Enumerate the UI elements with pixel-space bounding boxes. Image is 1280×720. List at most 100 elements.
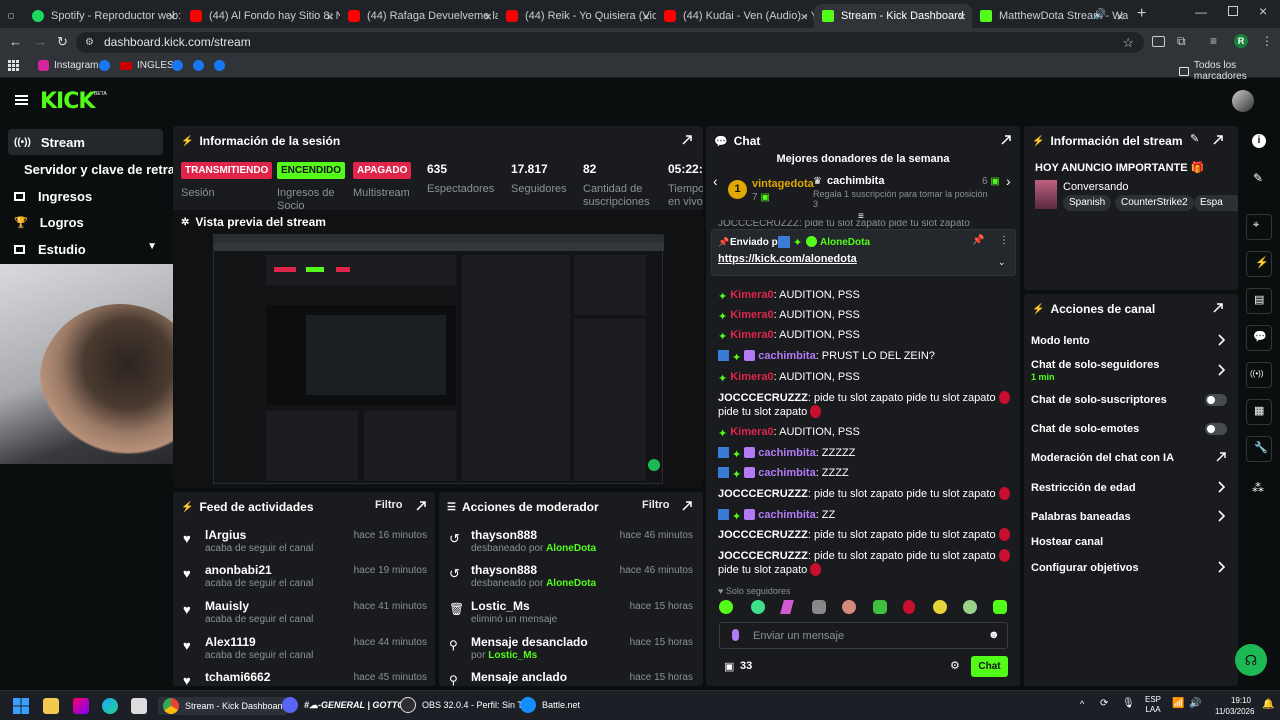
bookmark-facebook-2[interactable] (172, 60, 183, 71)
action-modo-lento[interactable]: Modo lento (1031, 335, 1090, 347)
taskbar-battlenet[interactable]: Battle.net (520, 697, 580, 713)
feed-user[interactable]: Mauisly (205, 599, 249, 613)
tab-search-icon[interactable] (0, 4, 22, 28)
apps-icon[interactable] (8, 60, 19, 71)
close-icon[interactable]: × (168, 9, 176, 24)
sync-icon[interactable]: ⟳ (1100, 698, 1108, 709)
tab-youtube-4[interactable]: (44) Kudai - Ven (Audio) - YouT × (656, 4, 814, 28)
help-headset-icon[interactable]: ☊ (1235, 644, 1267, 676)
sidebar-item-logros[interactable]: 🏆 Logros (8, 209, 84, 235)
tab-youtube-1[interactable]: (44) Al Fondo hay Sitio 8: Nicol × (182, 4, 340, 28)
emote-icon[interactable] (993, 600, 1007, 614)
bookmark-facebook[interactable] (99, 60, 110, 71)
filter-button[interactable]: Filtro (375, 499, 403, 511)
notes-icon-button[interactable]: ▤ (1246, 288, 1272, 314)
close-icon[interactable]: × (642, 9, 650, 24)
mod-target[interactable]: Lostic_Ms (471, 599, 530, 613)
pinned-link[interactable]: https://kick.com/alonedota (718, 253, 857, 265)
action-ai-moderation[interactable]: Moderación del chat con IA (1031, 452, 1174, 464)
broadcast-icon-button[interactable]: ((•)) (1246, 362, 1272, 388)
donor-name[interactable]: vintagedota (752, 178, 814, 190)
sidebar-item-estudio[interactable]: Estudio ▼ (8, 236, 163, 262)
feed-user[interactable]: lArgius (205, 528, 246, 542)
emote-icon[interactable] (873, 600, 887, 614)
mod-target[interactable]: thayson888 (471, 528, 537, 542)
mic-icon[interactable] (732, 629, 739, 641)
volume-icon[interactable]: 🔊 (1189, 698, 1201, 709)
chat-username[interactable]: JOCCCECRUZZZ (718, 529, 808, 541)
sidebar-item-stream[interactable]: ((•)) Stream (8, 129, 163, 155)
sidebar-item-ingresos[interactable]: Ingresos (8, 183, 92, 209)
chevron-right-icon[interactable] (1216, 481, 1226, 493)
external-link-icon[interactable] (1216, 452, 1226, 464)
donor-name[interactable]: cachimbita (827, 175, 884, 187)
tray-chevron-icon[interactable]: ^ (1080, 699, 1084, 709)
emote-icon[interactable] (933, 600, 947, 614)
action-followers-only[interactable]: Chat de solo-seguidores (1031, 359, 1159, 371)
speaker-icon[interactable]: 🔊 (1094, 9, 1106, 20)
target-icon-button[interactable]: ⌖ (1246, 214, 1272, 240)
expand-icon[interactable] (415, 500, 427, 512)
media-icon[interactable]: ≡ (1210, 34, 1217, 48)
send-chat-button[interactable]: Chat (971, 656, 1008, 677)
category-thumbnail[interactable] (1035, 180, 1057, 209)
chevron-right-icon[interactable] (1216, 334, 1226, 346)
edit-pencil-icon[interactable]: ✎ (1190, 132, 1199, 145)
bookmark-facebook-3[interactable] (193, 60, 204, 71)
menu-kebab-icon[interactable]: ⋮ (1261, 34, 1273, 48)
tab-youtube-2[interactable]: (44) Rafaga Devuelveme la Vid × (340, 4, 498, 28)
chat-username[interactable]: JOCCCECRUZZZ (718, 488, 808, 500)
bookmark-ingles[interactable]: INGLES (120, 60, 174, 71)
chevron-right-icon[interactable] (1216, 510, 1226, 522)
chevron-right-icon[interactable] (1216, 364, 1226, 376)
forward-icon[interactable]: → (34, 34, 47, 49)
emote-icon[interactable] (842, 600, 856, 614)
minimize-button[interactable]: — (1195, 5, 1207, 19)
expand-icon[interactable] (681, 134, 693, 146)
chevron-right-icon[interactable]: › (1006, 173, 1011, 189)
settings-gear-icon[interactable]: ⚙ (950, 659, 960, 672)
edge-icon[interactable] (102, 698, 118, 714)
notification-bell-icon[interactable]: 🔔 (1262, 699, 1274, 710)
emote-icon[interactable] (780, 600, 794, 614)
subs-only-toggle[interactable] (1205, 394, 1227, 406)
emoji-icon[interactable]: ☻ (988, 629, 1000, 641)
url-field[interactable]: ⚙ dashboard.kick.com/stream ☆ (76, 32, 1144, 53)
new-tab-button[interactable]: + (1137, 5, 1146, 23)
more-icon[interactable]: ⋮ (999, 235, 1009, 246)
language-indicator[interactable]: ESP LAA (1145, 695, 1161, 715)
group-icon[interactable]: ⁂ (1252, 481, 1264, 495)
mod-by[interactable]: Lostic_Ms (488, 650, 537, 661)
expand-icon[interactable] (1212, 134, 1224, 146)
tag-chip[interactable]: Spanish (1063, 195, 1112, 211)
tab-youtube-3[interactable]: (44) Reik - Yo Quisiera (Video) × (498, 4, 656, 28)
chat-username[interactable]: cachimbita (758, 350, 815, 362)
expand-icon[interactable] (1000, 134, 1012, 146)
pinned-author[interactable]: AloneDota (820, 237, 870, 248)
action-subs-only[interactable]: Chat de solo-suscriptores (1031, 394, 1167, 406)
close-icon[interactable]: × (1116, 9, 1124, 24)
tab-spotify[interactable]: Spotify - Reproductor web: mús × (24, 4, 182, 28)
emote-icon[interactable] (812, 600, 826, 614)
chat-icon-button[interactable]: 💬 (1246, 325, 1272, 351)
layout-icon-button[interactable]: ▦ (1246, 399, 1272, 425)
user-avatar[interactable] (1232, 90, 1254, 112)
tag-chip[interactable]: CounterStrike2 (1115, 195, 1194, 211)
chat-input[interactable]: Enviar un mensaje ☻ (719, 622, 1008, 649)
wrench-icon-button[interactable]: 🔧 (1246, 436, 1272, 462)
action-banned-words[interactable]: Palabras baneadas (1031, 511, 1131, 523)
mod-by[interactable]: AloneDota (546, 543, 596, 554)
mod-target[interactable]: thayson888 (471, 563, 537, 577)
store-icon[interactable] (131, 698, 147, 714)
chat-username[interactable]: cachimbita (758, 509, 815, 521)
chat-username[interactable]: JOCCCECRUZZZ (718, 392, 808, 404)
unpin-icon[interactable]: 📌 (972, 235, 984, 246)
category-name[interactable]: Conversando (1063, 181, 1128, 193)
close-icon[interactable]: × (484, 9, 492, 24)
mic-icon[interactable]: 🎙 (1122, 698, 1135, 709)
reload-icon[interactable]: ↻ (57, 34, 68, 50)
windows-start-icon[interactable] (13, 698, 29, 714)
bookmark-facebook-4[interactable] (214, 60, 225, 71)
back-icon[interactable]: ← (9, 34, 22, 49)
chat-username[interactable]: Kimera0 (730, 309, 773, 321)
